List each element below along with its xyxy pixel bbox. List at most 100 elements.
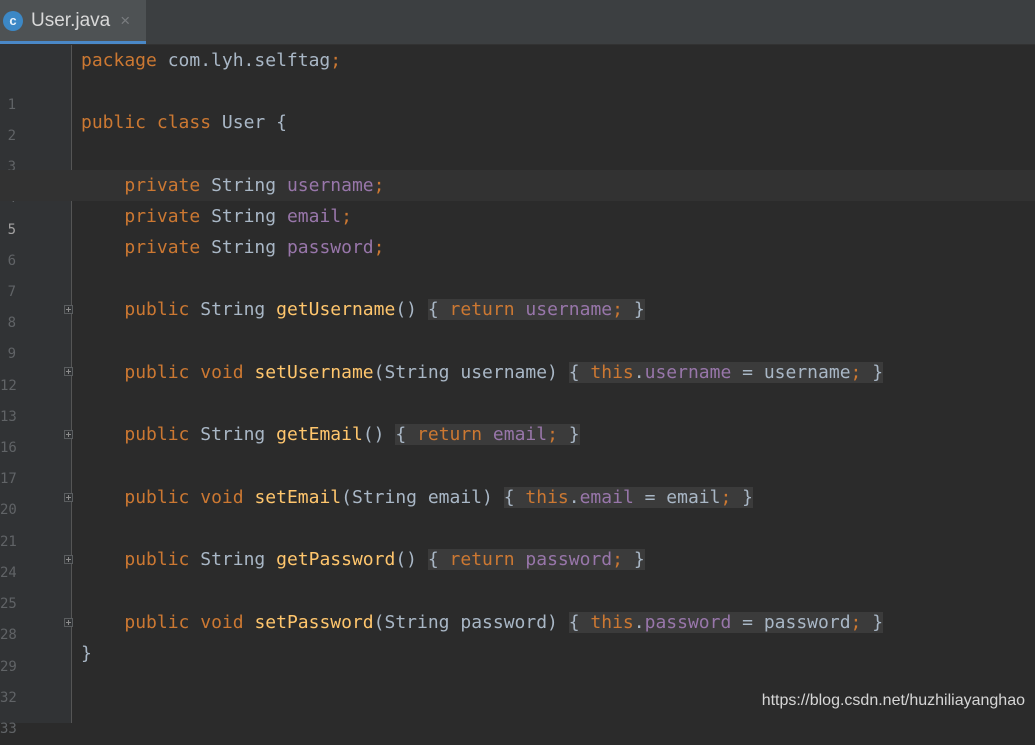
close-brace: } [742, 487, 754, 508]
folded-region[interactable]: { return email; } [395, 424, 580, 445]
keyword-token: public [124, 362, 190, 383]
assign-token: = username [731, 362, 851, 383]
assign-token: = email [633, 487, 721, 508]
field-token: password [644, 612, 732, 633]
open-brace: { [503, 487, 515, 508]
code-line[interactable]: private String password; [81, 232, 1021, 263]
code-line[interactable]: public void setUsername(String username)… [81, 357, 1021, 388]
line-number: 20 [0, 502, 16, 518]
keyword-token: class [156, 112, 212, 133]
code-line[interactable]: package com.lyh.selftag; [81, 45, 1021, 76]
line-number: 16 [0, 440, 16, 456]
dot-token: . [633, 612, 645, 633]
close-brace: } [568, 424, 580, 445]
line-number: 1 [7, 97, 16, 113]
folded-region[interactable]: { this.password = password; } [568, 612, 884, 633]
fold-expand-icon[interactable] [64, 555, 73, 564]
method-name-token: setEmail [254, 487, 342, 508]
code-line[interactable]: public class User { [81, 107, 1021, 138]
line-number: 6 [7, 253, 16, 269]
close-icon[interactable]: × [120, 11, 130, 31]
class-name-token: User { [211, 112, 287, 133]
code-line[interactable]: public void setPassword(String password)… [81, 607, 1021, 638]
keyword-token: void [200, 487, 244, 508]
line-number: 25 [0, 596, 16, 612]
type-token: String [211, 237, 277, 258]
keyword-token: public [124, 549, 190, 570]
code-line[interactable]: private String email; [81, 201, 1021, 232]
line-number: 12 [0, 378, 16, 394]
type-token: String [200, 299, 266, 320]
code-line[interactable]: public String getPassword() { return pas… [81, 544, 1021, 575]
keyword-token: private [124, 206, 201, 227]
open-brace: { [427, 299, 439, 320]
folded-region[interactable]: { this.email = email; } [503, 487, 754, 508]
keyword-token: this [590, 362, 634, 383]
keyword-token: void [200, 362, 244, 383]
java-class-icon: c [3, 10, 23, 31]
code-line[interactable]: public String getEmail() { return email;… [81, 419, 1021, 450]
watermark-url: https://blog.csdn.net/huzhiliayanghao [761, 692, 1025, 709]
close-brace: } [633, 299, 645, 320]
field-token: email [492, 424, 548, 445]
keyword-token: public [124, 424, 190, 445]
fold-expand-icon[interactable] [64, 367, 73, 376]
method-name-token: getUsername [276, 299, 396, 320]
params-token: () [395, 299, 418, 320]
keyword-token: this [525, 487, 569, 508]
open-brace: { [568, 362, 580, 383]
line-number-active: 5 [7, 222, 16, 238]
keyword-token: return [417, 424, 483, 445]
fold-expand-icon[interactable] [64, 305, 73, 314]
editor-tab-bar: c User.java × [0, 0, 1035, 45]
type-token: String [211, 175, 277, 196]
field-token: username [525, 299, 613, 320]
type-token: String [211, 206, 277, 227]
field-token: username [644, 362, 732, 383]
folded-region[interactable]: { return username; } [427, 299, 645, 320]
line-number-gutter[interactable]: 1 2 3 4 5 6 7 8 9 12 13 16 17 20 21 24 2… [0, 45, 72, 737]
close-brace: } [872, 362, 884, 383]
field-token: username [286, 175, 374, 196]
params-token: () [362, 424, 385, 445]
semicolon-token: ; [341, 206, 352, 227]
keyword-token: package [81, 50, 157, 71]
keyword-token: return [449, 549, 515, 570]
open-brace: { [427, 549, 439, 570]
dot-token: . [568, 487, 580, 508]
semicolon-token: ; [330, 50, 342, 71]
line-number: 8 [7, 315, 16, 331]
params-token: (String username) [373, 362, 558, 383]
code-line[interactable]: public String getUsername() { return use… [81, 294, 1021, 325]
params-token: () [395, 549, 418, 570]
keyword-token: void [200, 612, 244, 633]
fold-expand-icon[interactable] [64, 493, 73, 502]
fold-expand-icon[interactable] [64, 618, 73, 627]
semicolon-token: ; [373, 175, 385, 196]
fold-expand-icon[interactable] [64, 430, 73, 439]
keyword-token: this [590, 612, 634, 633]
line-number: 13 [0, 409, 16, 425]
semicolon-token: ; [850, 612, 862, 633]
code-line[interactable]: private String username; [81, 170, 1021, 201]
field-token: password [286, 237, 374, 258]
semicolon-token: ; [373, 237, 385, 258]
folded-region[interactable]: { this.username = username; } [568, 362, 884, 383]
type-token: String [200, 549, 266, 570]
code-line[interactable]: public void setEmail(String email) { thi… [81, 482, 1021, 513]
dot-token: . [633, 362, 645, 383]
line-number: 29 [0, 659, 16, 675]
code-line[interactable]: } [81, 638, 1021, 669]
close-brace: } [633, 549, 645, 570]
semicolon-token: ; [720, 487, 732, 508]
keyword-token: public [124, 612, 190, 633]
folded-region[interactable]: { return password; } [427, 549, 645, 570]
line-number: 17 [0, 471, 16, 487]
line-number: 21 [0, 534, 16, 550]
semicolon-token: ; [612, 299, 623, 320]
method-name-token: setPassword [254, 612, 374, 633]
semicolon-token: ; [547, 424, 558, 445]
keyword-token: public [81, 112, 147, 133]
tab-user-java[interactable]: c User.java × [0, 0, 146, 44]
open-brace: { [395, 424, 407, 445]
